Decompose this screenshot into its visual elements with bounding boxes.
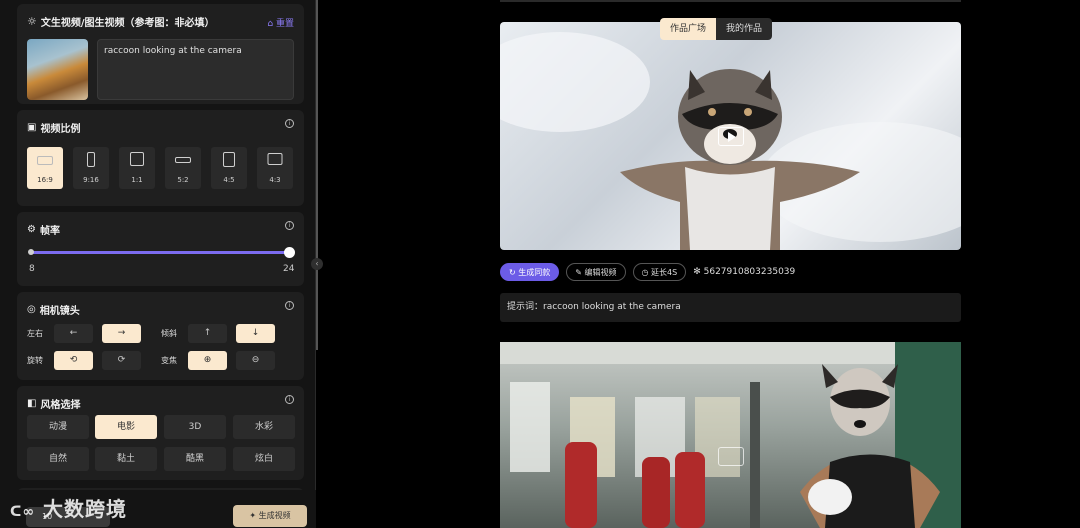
- sidebar-scrollbar[interactable]: [316, 0, 318, 350]
- video-thumbnail-raccoon-gym[interactable]: [500, 342, 961, 528]
- prompt-display: 提示词：raccoon looking at the camera: [500, 293, 961, 322]
- edit-video-button[interactable]: ✎ 编辑视频: [566, 263, 626, 281]
- ratio-option-9-16[interactable]: 9:16: [73, 147, 109, 189]
- style-card: ◧ 风格选择 i 动漫 电影 3D 水彩 自然 黏土 酷黑 炫白: [17, 386, 304, 480]
- generate-video-button[interactable]: ✦ 生成视频: [233, 505, 307, 527]
- extend-video-button[interactable]: ◷ 延长4S: [632, 263, 687, 281]
- watermark-logo-icon: ᑕ∞: [10, 504, 36, 520]
- tab-my-works[interactable]: 我的作品: [716, 18, 773, 40]
- ratio-option-4-5[interactable]: 4:5: [211, 147, 247, 189]
- reset-button[interactable]: ⌂ 重置: [267, 16, 294, 29]
- style-icon: ◧: [27, 398, 37, 409]
- watermark: ᑕ∞ 大数跨境: [10, 497, 128, 521]
- pan-label: 左右: [27, 329, 43, 338]
- info-icon[interactable]: i: [285, 119, 294, 128]
- pan-right-button[interactable]: →: [102, 324, 141, 343]
- edit-icon: ✎: [575, 268, 582, 277]
- zoom-label: 变焦: [161, 356, 177, 365]
- ratio-9-16-icon: [87, 152, 95, 167]
- rotate-ccw-button[interactable]: ⟲: [54, 351, 93, 370]
- seed-value: ✻ 5627910803235039: [693, 267, 796, 277]
- play-icon[interactable]: [718, 127, 744, 146]
- style-option-natural[interactable]: 自然: [27, 447, 89, 471]
- style-option-white[interactable]: 炫白: [233, 447, 295, 471]
- home-icon: ⌂: [267, 19, 274, 29]
- rotate-label: 旋转: [27, 356, 43, 365]
- seed-icon: ✻: [693, 267, 701, 277]
- star-icon: ✦: [249, 511, 257, 520]
- style-option-clay[interactable]: 黏土: [95, 447, 157, 471]
- pan-left-button[interactable]: ←: [54, 324, 93, 343]
- zoom-in-button[interactable]: ⊕: [188, 351, 227, 370]
- generate-same-button[interactable]: ↻ 生成同款: [500, 263, 560, 281]
- collapse-sidebar-icon[interactable]: ‹: [311, 258, 323, 270]
- ratio-4-5-icon: [223, 152, 235, 167]
- ratio-option-16-9[interactable]: 16:9: [27, 147, 63, 189]
- fps-slider-handle[interactable]: [284, 247, 295, 258]
- raccoon-gym-illustration: [500, 342, 961, 528]
- style-option-watercolor[interactable]: 水彩: [233, 415, 295, 439]
- gallery-tabs: 作品广场 我的作品: [660, 18, 773, 40]
- camera-icon: ◎: [27, 304, 36, 315]
- video-actions: ↻ 生成同款 ✎ 编辑视频 ◷ 延长4S ✻ 5627910803235039: [500, 263, 795, 281]
- rotate-cw-button[interactable]: ⟳: [102, 351, 141, 370]
- info-icon[interactable]: i: [285, 395, 294, 404]
- ratio-1-1-icon: [130, 152, 144, 166]
- fps-icon: ⚙: [27, 224, 36, 235]
- prompt-card-title: ☼ 文生视频/图生视频（参考图：非必填）: [27, 15, 215, 29]
- fps-slider-track[interactable]: [31, 251, 291, 254]
- info-icon[interactable]: i: [285, 301, 294, 310]
- ratio-card-title: ▣ 视频比例: [27, 122, 81, 135]
- camera-card: ◎ 相机镜头 i 左右 ← → 倾斜 ↑ ↓ 旋转 ⟲ ⟳ 变焦 ⊕ ⊖: [17, 292, 304, 380]
- style-option-3d[interactable]: 3D: [164, 415, 226, 439]
- prompt-input[interactable]: raccoon looking at the camera: [97, 39, 294, 100]
- video-thumbnail-raccoon-snow[interactable]: [500, 22, 961, 250]
- style-option-dark[interactable]: 酷黑: [164, 447, 226, 471]
- tilt-down-button[interactable]: ↓: [236, 324, 275, 343]
- tilt-up-button[interactable]: ↑: [188, 324, 227, 343]
- ratio-card: ▣ 视频比例 i 16:9 9:16 1:1 5:2 4:5 4:3: [17, 110, 304, 206]
- fps-max-label: 24: [283, 264, 295, 274]
- aspect-ratio-icon: ▣: [27, 122, 37, 133]
- reference-image-thumbnail[interactable]: [27, 39, 88, 100]
- timer-icon: ◷: [641, 268, 649, 277]
- tilt-label: 倾斜: [161, 329, 177, 338]
- fps-card-title: ⚙ 帧率: [27, 224, 60, 237]
- style-option-anime[interactable]: 动漫: [27, 415, 89, 439]
- prompt-card: ☼ 文生视频/图生视频（参考图：非必填） ⌂ 重置 raccoon lookin…: [17, 4, 304, 104]
- ratio-option-5-2[interactable]: 5:2: [165, 147, 201, 189]
- fps-slider-start: [28, 249, 34, 255]
- sidebar: ☼ 文生视频/图生视频（参考图：非必填） ⌂ 重置 raccoon lookin…: [0, 0, 316, 528]
- camera-card-title: ◎ 相机镜头: [27, 304, 80, 317]
- ratio-5-2-icon: [175, 157, 191, 163]
- previous-item-edge: [500, 0, 961, 2]
- style-option-film[interactable]: 电影: [95, 415, 157, 439]
- zoom-out-button[interactable]: ⊖: [236, 351, 275, 370]
- fps-min-label: 8: [29, 264, 35, 274]
- info-icon[interactable]: i: [285, 221, 294, 230]
- tab-gallery[interactable]: 作品广场: [660, 18, 717, 40]
- ratio-option-1-1[interactable]: 1:1: [119, 147, 155, 189]
- sun-icon: ☼: [27, 15, 37, 28]
- ratio-16-9-icon: [37, 156, 53, 165]
- play-icon[interactable]: [718, 447, 744, 466]
- ratio-option-4-3[interactable]: 4:3: [257, 147, 293, 189]
- ratio-4-3-icon: [267, 153, 283, 165]
- style-card-title: ◧ 风格选择: [27, 398, 81, 411]
- refresh-icon: ↻: [509, 268, 516, 277]
- fps-card: ⚙ 帧率 i 8 24: [17, 212, 304, 286]
